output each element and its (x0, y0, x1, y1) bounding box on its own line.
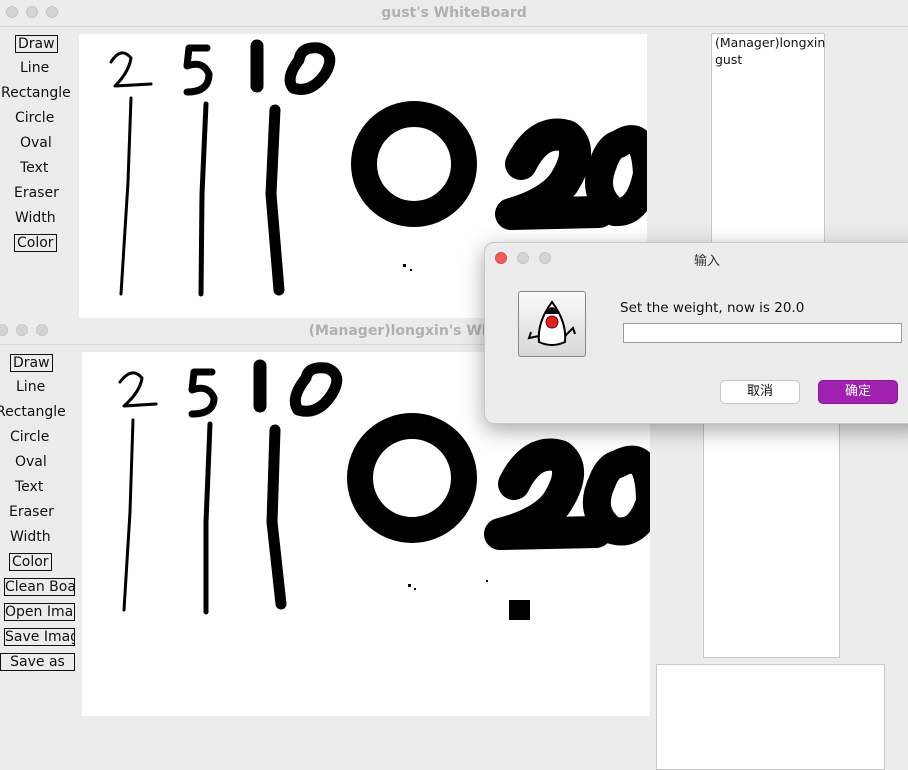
tool-text[interactable]: Text (20, 160, 48, 176)
tool-eraser[interactable]: Eraser (14, 185, 59, 201)
manager-chat-area[interactable] (656, 664, 885, 770)
tool-circle[interactable]: Circle (15, 110, 54, 126)
tool-eraser[interactable]: Eraser (9, 504, 54, 520)
save-image-button[interactable]: Save Image (4, 628, 75, 646)
tool-oval[interactable]: Oval (15, 454, 47, 470)
dialog-title: 输入 (693, 254, 720, 269)
tool-line[interactable]: Line (16, 379, 45, 395)
gust-window-title: gust's WhiteBoard (381, 5, 527, 21)
tool-text[interactable]: Text (15, 479, 43, 495)
open-image-button[interactable]: Open Image (4, 603, 75, 621)
tool-rectangle[interactable]: Rectangle (1, 85, 71, 101)
dialog-message: Set the weight, now is 20.0 (620, 300, 805, 316)
tool-rectangle[interactable]: Rectangle (0, 404, 66, 420)
tool-color[interactable]: Color (9, 553, 52, 571)
tool-width[interactable]: Width (15, 210, 56, 226)
tool-draw[interactable]: Draw (10, 354, 53, 372)
tool-oval[interactable]: Oval (20, 135, 52, 151)
tool-color[interactable]: Color (14, 234, 57, 252)
gust-titlebar[interactable]: gust's WhiteBoard (0, 0, 908, 27)
user-list-item[interactable]: (Manager)longxin (712, 34, 825, 51)
tool-draw[interactable]: Draw (15, 35, 58, 53)
manager-user-list[interactable] (703, 418, 840, 658)
user-list-item[interactable]: gust (712, 51, 824, 68)
clean-board-button[interactable]: Clean Board (4, 578, 75, 596)
weight-input[interactable] (623, 323, 902, 343)
save-as-button[interactable]: Save as (0, 653, 75, 671)
input-dialog: 输入 Set the weight, now is 20.0 取消 确定 (484, 242, 908, 424)
cancel-button[interactable]: 取消 (720, 380, 800, 404)
java-duke-icon (518, 291, 586, 357)
tool-width[interactable]: Width (10, 529, 51, 545)
ok-button[interactable]: 确定 (818, 380, 898, 404)
tool-circle[interactable]: Circle (10, 429, 49, 445)
tool-line[interactable]: Line (20, 60, 49, 76)
